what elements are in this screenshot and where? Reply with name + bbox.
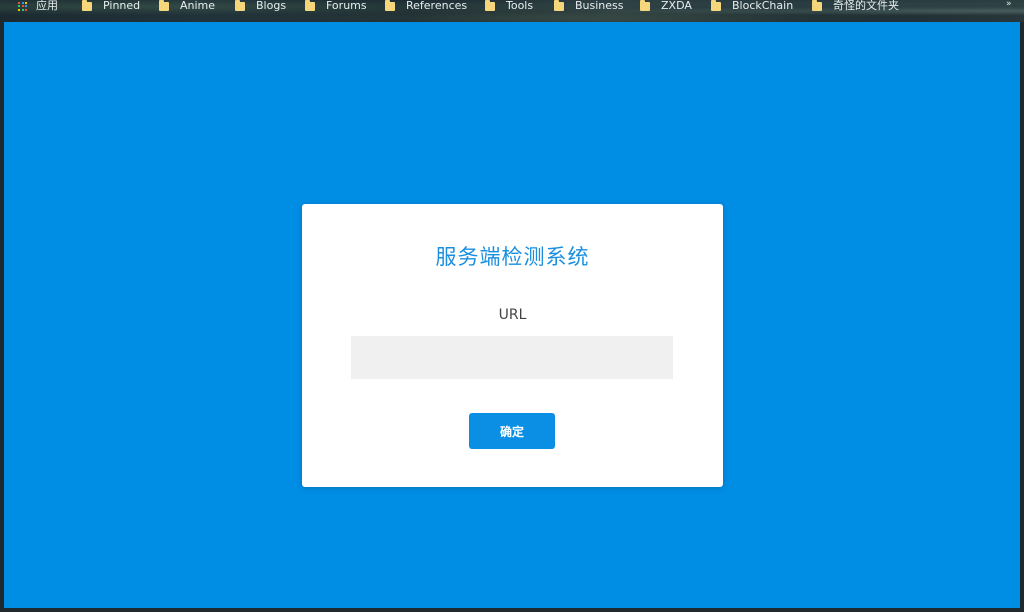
detection-form-card: 服务端检测系统 URL 确定	[302, 204, 723, 487]
bookmark-folder-pinned[interactable]: Pinned	[82, 0, 140, 12]
folder-icon	[812, 0, 822, 11]
bookmark-apps[interactable]: 应用	[18, 0, 58, 12]
bookmark-label: Business	[575, 0, 624, 12]
bookmark-folder-tools[interactable]: Tools	[485, 0, 533, 12]
url-label: URL	[498, 307, 527, 323]
page-background: 服务端检测系统 URL 确定	[4, 22, 1020, 608]
bookmark-folder-strange[interactable]: 奇怪的文件夹	[812, 0, 899, 12]
bookmark-folder-blogs[interactable]: Blogs	[235, 0, 286, 12]
bookmark-label: Tools	[506, 0, 534, 12]
bookmark-label: Blogs	[256, 0, 287, 12]
bookmark-folder-business[interactable]: Business	[554, 0, 624, 12]
bookmark-label: Anime	[180, 0, 216, 12]
bookmark-label: 奇怪的文件夹	[833, 0, 899, 12]
bookmark-folder-zxda[interactable]: ZXDA	[640, 0, 692, 12]
bookmark-folder-anime[interactable]: Anime	[159, 0, 215, 12]
folder-icon	[554, 0, 564, 11]
folder-icon	[640, 0, 650, 11]
folder-icon	[385, 0, 395, 11]
folder-icon	[159, 0, 169, 11]
window-frame-bottom	[0, 608, 1024, 612]
folder-icon	[82, 0, 92, 11]
bookmark-label: References	[406, 0, 468, 12]
bookmark-label: Pinned	[103, 0, 141, 12]
folder-icon	[305, 0, 315, 11]
window-frame-right	[1020, 22, 1024, 612]
url-input[interactable]	[351, 336, 673, 379]
folder-icon	[711, 0, 721, 11]
folder-icon	[235, 0, 245, 11]
bookmark-folder-references[interactable]: References	[385, 0, 467, 12]
bookmark-folder-blockchain[interactable]: BlockChain	[711, 0, 793, 12]
overflow-chevron-icon[interactable]: »	[1006, 0, 1020, 9]
bookmark-label: Forums	[326, 0, 367, 12]
bookmark-label: ZXDA	[661, 0, 692, 12]
bookmarks-bar: 应用 Pinned Anime Blogs Forums References …	[0, 0, 1024, 22]
bookmark-folder-forums[interactable]: Forums	[305, 0, 367, 12]
folder-icon	[485, 0, 495, 11]
bookmark-label: BlockChain	[732, 0, 794, 12]
confirm-button[interactable]: 确定	[469, 413, 555, 449]
bookmark-apps-label: 应用	[36, 0, 58, 12]
page-title: 服务端检测系统	[435, 245, 590, 269]
apps-grid-icon	[18, 1, 27, 11]
